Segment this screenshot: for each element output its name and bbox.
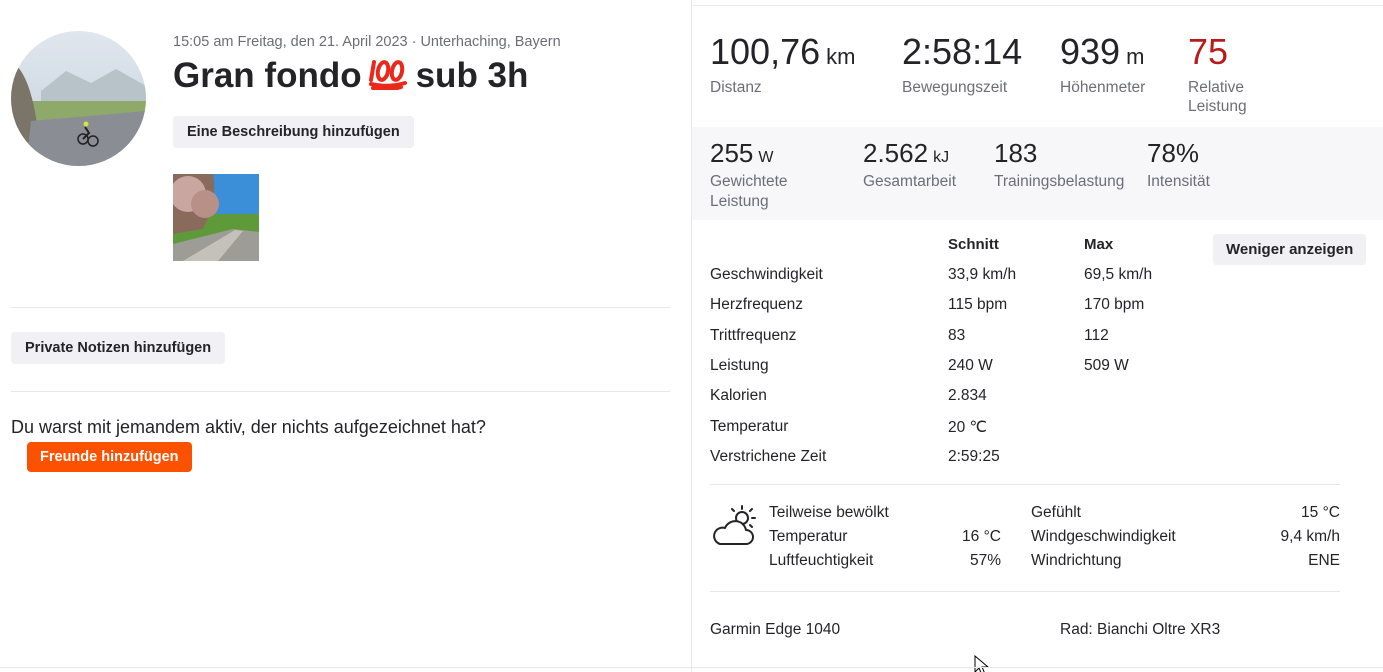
stat-weighted-power: 255 W Gewichtete Leistung (710, 140, 830, 212)
add-friends-button[interactable]: Freunde hinzufügen (27, 442, 192, 472)
weather-humidity-value: 57% (969, 552, 1001, 569)
row-label-power: Leistung (710, 357, 769, 374)
row-max-cadence: 112 (1084, 327, 1109, 344)
stat-value: 255 (710, 138, 754, 168)
column-header-max: Max (1084, 236, 1114, 253)
weather-feels-label: Gefühlt (1031, 504, 1081, 521)
stat-elevation: 939 m Höhenmeter (1060, 34, 1145, 97)
show-less-button[interactable]: Weniger anzeigen (1213, 234, 1367, 265)
mouse-cursor-icon (974, 654, 996, 672)
row-label-calories: Kalorien (710, 387, 767, 404)
weather-feels-value: 15 °C (1301, 504, 1340, 521)
stat-label: Gesamtarbeit (863, 173, 957, 190)
add-private-notes-button[interactable]: Private Notizen hinzufügen (11, 332, 226, 364)
row-label-speed: Geschwindigkeit (710, 266, 823, 283)
stat-label: Distanz (710, 79, 762, 96)
stat-value: 75 (1188, 31, 1229, 72)
column-header-average: Schnitt (948, 236, 999, 253)
divider (0, 667, 1383, 668)
stat-intensity: 78% Intensität (1147, 140, 1210, 192)
row-label-temperature: Temperatur (710, 418, 789, 435)
weather-wind-direction-value: ENE (1308, 552, 1340, 569)
stat-total-work: 2.562 kJ Gesamtarbeit (863, 140, 956, 192)
row-avg-power: 240 W (948, 357, 993, 374)
row-label-heartrate: Herzfrequenz (710, 296, 804, 313)
row-max-power: 509 W (1084, 357, 1129, 374)
group-activity-question: Du warst mit jemandem aktiv, der nichts … (11, 417, 486, 437)
weather-temp-value: 16 °C (962, 528, 1001, 545)
activity-meta: 15:05 am Freitag, den 21. April 2023 · U… (173, 34, 561, 50)
bike-link[interactable]: Rad: Bianchi Oltre XR3 (1060, 621, 1220, 639)
activity-photo-thumbnail[interactable] (173, 174, 259, 261)
weather-wind-direction-label: Windrichtung (1031, 552, 1122, 569)
stat-label: Trainingsbelastung (994, 173, 1125, 190)
weather-temp-label: Temperatur (769, 528, 848, 545)
stat-label: Intensität (1147, 173, 1210, 190)
row-max-speed: 69,5 km/h (1084, 266, 1153, 283)
stat-unit: m (1126, 44, 1145, 69)
stat-distance: 100,76 km Distanz (710, 34, 855, 97)
stat-value: 2:58:14 (902, 31, 1023, 72)
partly-cloudy-icon (710, 504, 758, 548)
activity-header: 15:05 am Freitag, den 21. April 2023 · U… (0, 0, 691, 672)
stat-label: Bewegungszeit (902, 79, 1008, 96)
weather-wind-speed-value: 9,4 km/h (1280, 528, 1340, 545)
stat-relative-effort[interactable]: 75 Relative Leistung (1188, 34, 1288, 116)
row-avg-heartrate: 115 bpm (948, 296, 1008, 313)
stat-label: Höhenmeter (1060, 79, 1146, 96)
title-text-prefix: Gran fondo (173, 56, 362, 95)
secondary-stats: 255 W Gewichtete Leistung 2.562 kJ Gesamta… (692, 127, 1383, 220)
divider (11, 307, 670, 308)
stat-label: Gewichtete Leistung (710, 173, 788, 210)
row-label-elapsed-time: Verstrichene Zeit (710, 448, 827, 465)
add-description-button[interactable]: Eine Beschreibung hinzufügen (173, 116, 414, 148)
stat-value: 939 (1060, 31, 1121, 72)
activity-photo-avatar[interactable] (11, 31, 146, 166)
hundred-points-icon (368, 56, 408, 99)
divider (710, 484, 1340, 485)
weather-humidity-label: Luftfeuchtigkeit (769, 552, 874, 569)
weather-wind-speed-label: Windgeschwindigkeit (1031, 528, 1176, 545)
recording-device: Garmin Edge 1040 (710, 621, 841, 638)
stat-unit: W (758, 149, 774, 166)
activity-title[interactable]: Gran fondo sub 3h (173, 56, 528, 99)
row-avg-temperature: 20 ℃ (948, 419, 987, 436)
stat-value: 100,76 (710, 31, 821, 72)
row-label-cadence: Trittfrequenz (710, 327, 797, 344)
stat-value: 78% (1147, 138, 1200, 168)
weather-condition: Teilweise bewölkt (769, 504, 889, 521)
row-avg-speed: 33,9 km/h (948, 266, 1017, 283)
divider (710, 591, 1340, 592)
divider (11, 391, 670, 392)
stat-unit: km (826, 44, 856, 69)
title-text-suffix: sub 3h (415, 56, 529, 95)
stat-label: Relative Leistung (1188, 79, 1247, 115)
stat-value: 183 (994, 138, 1038, 168)
stat-unit: kJ (933, 149, 950, 166)
primary-stats: 100,76 km Distanz 2:58:14 Bewegungszeit 9… (692, 0, 1383, 127)
activity-stats-panel: 100,76 km Distanz 2:58:14 Bewegungszeit 9… (691, 0, 1383, 672)
row-avg-cadence: 83 (948, 327, 966, 344)
row-avg-elapsed-time: 2:59:25 (948, 448, 1000, 465)
stat-value: 2.562 (863, 138, 929, 168)
row-avg-calories: 2.834 (948, 387, 987, 404)
stat-training-load: 183 Trainingsbelastung (994, 140, 1124, 192)
row-max-heartrate: 170 bpm (1084, 296, 1145, 313)
stat-moving-time: 2:58:14 Bewegungszeit (902, 34, 1022, 97)
